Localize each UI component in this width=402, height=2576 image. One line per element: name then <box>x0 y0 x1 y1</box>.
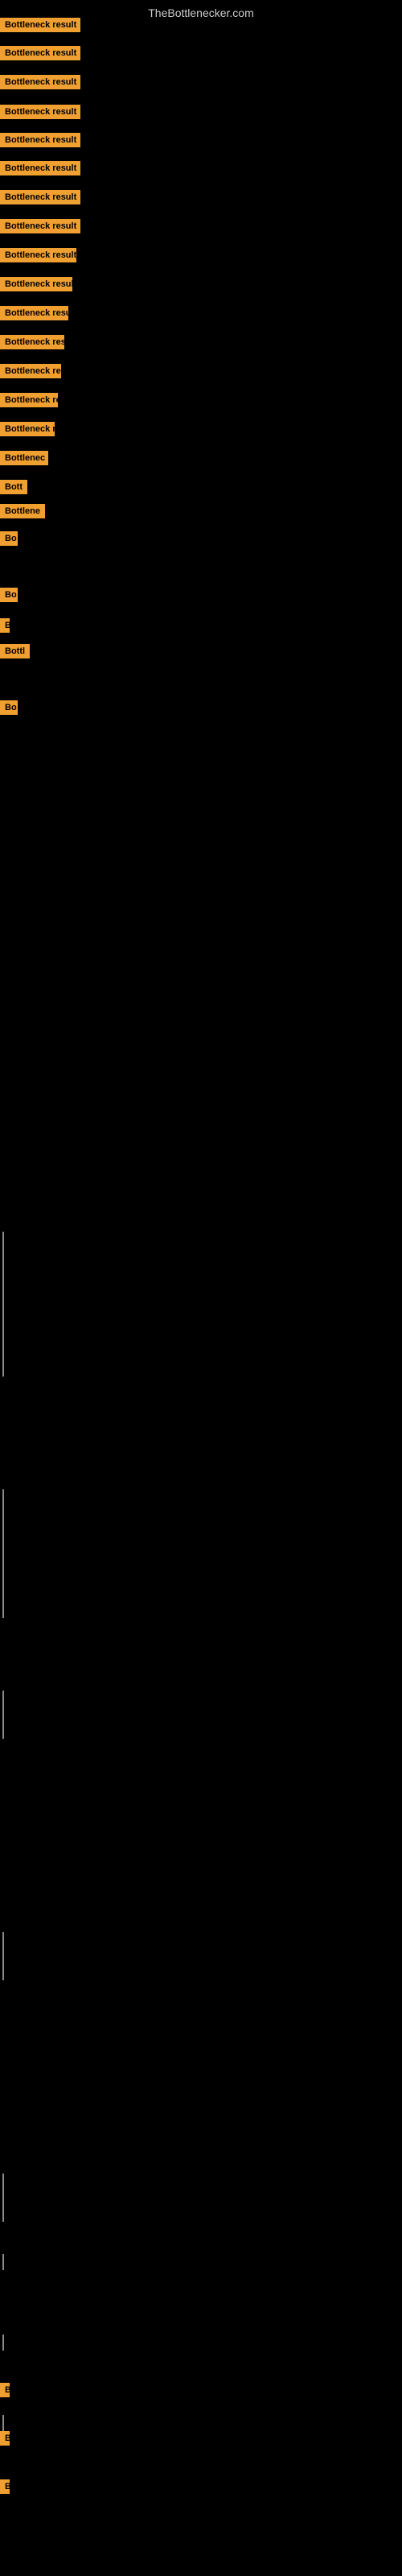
bottleneck-badge-7: Bottleneck result <box>0 190 80 204</box>
vertical-line-0 <box>2 1232 4 1377</box>
vertical-line-5 <box>2 2254 4 2270</box>
vertical-line-2 <box>2 1690 4 1739</box>
bottleneck-badge-3: Bottleneck result <box>0 75 80 89</box>
bottleneck-badge-19: Bo <box>0 531 18 546</box>
bottleneck-badge-16: Bottlenec <box>0 451 48 465</box>
vertical-line-7 <box>2 2415 4 2431</box>
bottleneck-badge-23: Bo <box>0 700 18 715</box>
bottleneck-badge-24: B <box>0 2383 10 2397</box>
bottleneck-badge-13: Bottleneck res <box>0 364 61 378</box>
bottleneck-badge-9: Bottleneck result <box>0 248 76 262</box>
vertical-line-6 <box>2 2334 4 2351</box>
bottleneck-badge-8: Bottleneck result <box>0 219 80 233</box>
bottleneck-badge-4: Bottleneck result <box>0 105 80 119</box>
bottleneck-badge-15: Bottleneck re <box>0 422 55 436</box>
bottleneck-badge-22: Bottl <box>0 644 30 658</box>
vertical-line-4 <box>2 2174 4 2222</box>
bottleneck-badge-14: Bottleneck res <box>0 393 58 407</box>
bottleneck-badge-10: Bottleneck result <box>0 277 72 291</box>
vertical-line-3 <box>2 1932 4 1980</box>
bottleneck-badge-20: Bo <box>0 588 18 602</box>
bottleneck-badge-12: Bottleneck resu <box>0 335 64 349</box>
bottleneck-badge-2: Bottleneck result <box>0 46 80 60</box>
bottleneck-badge-5: Bottleneck result <box>0 133 80 147</box>
bottleneck-badge-25: B <box>0 2431 10 2446</box>
vertical-line-1 <box>2 1489 4 1618</box>
bottleneck-badge-6: Bottleneck result <box>0 161 80 175</box>
bottleneck-badge-17: Bott <box>0 480 27 494</box>
bottleneck-badge-26: B <box>0 2479 10 2494</box>
bottleneck-badge-18: Bottlene <box>0 504 45 518</box>
bottleneck-badge-21: B <box>0 618 10 633</box>
bottleneck-badge-1: Bottleneck result <box>0 18 80 32</box>
bottleneck-badge-11: Bottleneck result <box>0 306 68 320</box>
